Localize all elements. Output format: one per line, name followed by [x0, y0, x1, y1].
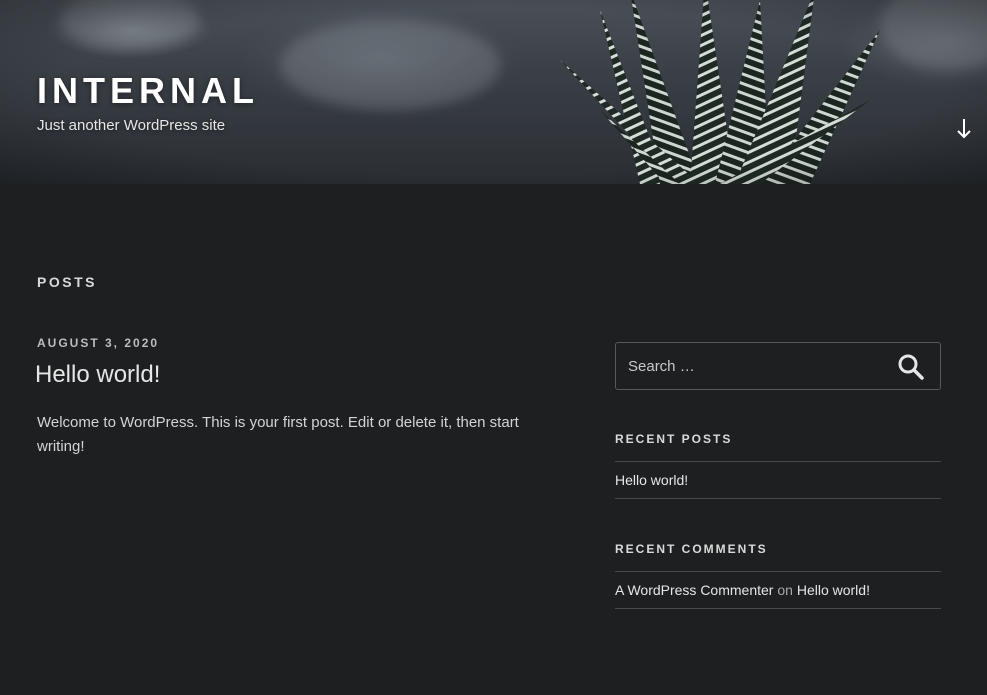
- search-icon: [898, 354, 924, 380]
- recent-posts-title: RECENT POSTS: [615, 432, 733, 446]
- search-input[interactable]: [616, 343, 886, 389]
- arrow-down-icon: [957, 119, 971, 139]
- site-title[interactable]: INTERNAL: [37, 70, 259, 112]
- post-title-link[interactable]: Hello world!: [35, 360, 557, 390]
- post-excerpt: Welcome to WordPress. This is your first…: [37, 414, 519, 455]
- sidebar: RECENT POSTS Hello world! RECENT COMMENT…: [615, 342, 941, 609]
- recent-comments-title: RECENT COMMENTS: [615, 542, 768, 556]
- site-tagline: Just another WordPress site: [37, 117, 226, 134]
- recent-post-link[interactable]: Hello world!: [615, 472, 688, 488]
- search-form: [615, 342, 941, 390]
- scroll-down-button[interactable]: [952, 115, 976, 141]
- comment-author-link[interactable]: A WordPress Commenter: [615, 582, 773, 598]
- comment-on-text: on: [777, 582, 793, 598]
- search-button[interactable]: [896, 352, 926, 382]
- recent-comments-list: A WordPress Commenter on Hello world!: [615, 571, 941, 609]
- site-header: INTERNAL Just another WordPress site: [0, 0, 987, 184]
- comment-post-link[interactable]: Hello world!: [797, 582, 870, 598]
- list-item: A WordPress Commenter on Hello world!: [615, 572, 941, 609]
- post-entry: AUGUST 3, 2020 Hello world! Welcome to W…: [35, 334, 557, 459]
- post-date-link[interactable]: AUGUST 3, 2020: [37, 336, 159, 350]
- list-item: Hello world!: [615, 462, 941, 499]
- recent-posts-list: Hello world!: [615, 461, 941, 499]
- page-heading: POSTS: [37, 274, 97, 290]
